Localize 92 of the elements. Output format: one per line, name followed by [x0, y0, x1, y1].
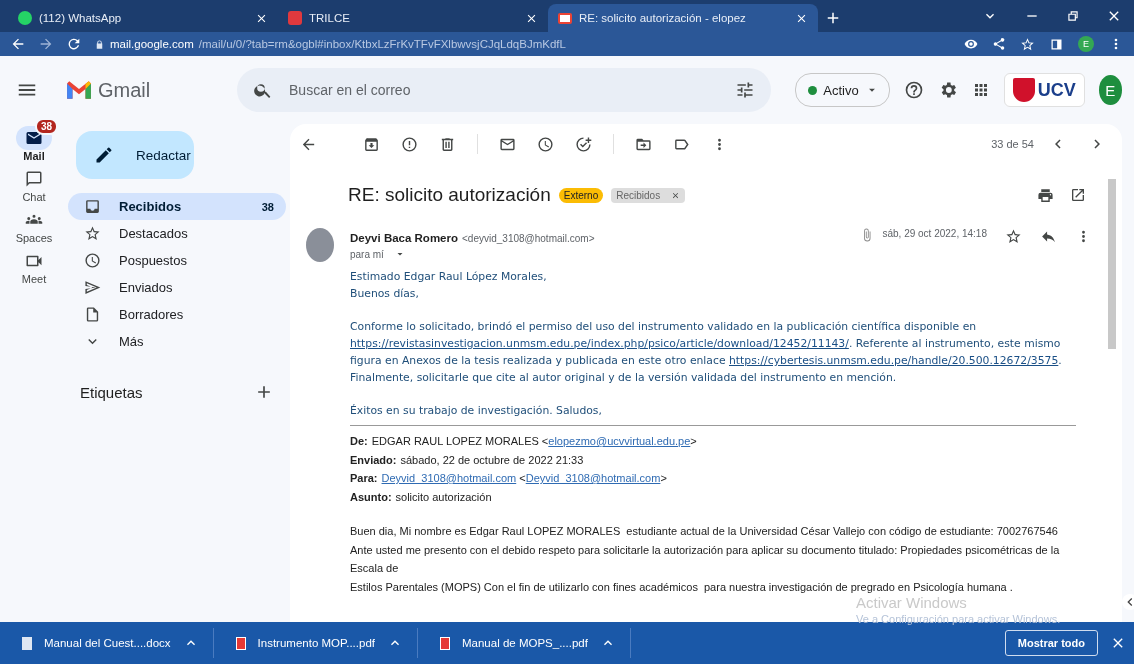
header-field: Para: Deyvid_3108@hotmail.com <Deyvid_3108@hotmail.com>: [350, 469, 1076, 488]
message-line: Escala de: [350, 561, 400, 576]
message-paragraph: Éxitos en su trabajo de investigación. Saludos,: [350, 403, 603, 419]
site-logo-icon: [288, 11, 302, 25]
share-icon[interactable]: [992, 37, 1006, 51]
forward-arrow-icon[interactable]: [38, 36, 54, 52]
print-icon[interactable]: [1037, 186, 1054, 204]
clock-icon[interactable]: [537, 135, 554, 153]
external-tag: Externo: [558, 187, 604, 203]
rail-label: Meet: [21, 273, 47, 285]
message-subject: RE: solicito autorización: [348, 184, 551, 206]
lock-icon: [94, 38, 105, 50]
folder-item[interactable]: Recibidos 38: [68, 193, 286, 220]
rail-label: Chat: [22, 191, 46, 203]
download-item[interactable]: Manual del Cuest....docx: [0, 628, 214, 658]
message-line: Buen dia, Mi nombre es Edgar Raul LOPEZ MORALES estudiante actual de la Universidad César Vallejo con código de estudiante: 7002767546: [350, 524, 1059, 539]
link[interactable]: https://revistasinvestigacion.unmsm.edu.pe/index.php/psico/article/download/12452/11143/: [350, 337, 849, 350]
download-item[interactable]: Manual de MOPS_....pdf: [418, 628, 631, 658]
star-icon[interactable]: [1005, 228, 1022, 245]
scrollbar[interactable]: [1108, 179, 1116, 349]
gmail-wordmark[interactable]: Gmail: [98, 78, 151, 102]
help-icon[interactable]: [903, 80, 924, 100]
tab-title: TRILCE: [309, 12, 351, 24]
sender-email: <deyvid_3108@hotmail.com>: [462, 233, 595, 244]
folder-item[interactable]: Enviados: [68, 274, 286, 301]
eye-icon[interactable]: [964, 37, 978, 51]
reload-icon[interactable]: [66, 36, 82, 52]
message-paragraph: Buenos días,: [350, 286, 420, 302]
browser-tab[interactable]: (112) WhatsApp: [8, 4, 278, 32]
link[interactable]: elopezmo@ucvvirtual.edu.pe: [548, 435, 691, 447]
address-field[interactable]: mail.google.com /mail/u/0/?tab=rm&ogbl#inbox/KtbxLzFrKvTFvFXlbwvsjCJqLdqBJmKdfL: [94, 38, 952, 50]
status-dot-icon: [808, 85, 818, 95]
message-line: Estilos Parentales (MOPS) Con el fin de utilizarlo con fines académicos para nuestra investigación de pregrado en Psicología humana .: [350, 579, 1014, 595]
message-date: sáb, 29 oct 2022, 14:18: [882, 228, 987, 239]
sender-name: Deyvi Baca Romero: [350, 232, 459, 244]
activation-detail: Ve a Configuración para activar Windows.: [856, 613, 1061, 625]
remove-icon[interactable]: [671, 190, 681, 200]
search-field[interactable]: Buscar en el correo: [287, 81, 722, 99]
pencil-icon: [94, 145, 114, 165]
rail-label: Spaces: [15, 232, 53, 244]
organization-name: UCV: [1037, 79, 1076, 101]
page-counter: 33 de 54: [991, 138, 1034, 150]
header-field: Enviado: sábado, 22 de octubre de 2022 21:33: [350, 450, 1076, 469]
add-task-icon[interactable]: [575, 135, 592, 153]
shield-icon: [1012, 78, 1035, 102]
report-icon[interactable]: [401, 135, 418, 153]
star-icon: [84, 225, 101, 242]
label-chip: Recibidos: [611, 187, 686, 203]
rail-label: Mail: [23, 150, 45, 162]
message-paragraph: Conforme lo solicitado, brindó el permiso del uso del instrumento validado en la publicación científica disponible en https://revistasinvestigacion.unmsm.edu.pe/index.php/psico/article/download/12452/11143/. Referente al instrumento, este mismo figura en Anexos de la tesis realizada y publicada en este otro enlace https://cybertesis.unmsm.edu.pe/handle/20.500.12672/3575. Finalmente, solicitarle que cite al autor original y de la versión validada del instrumento en mención.: [350, 319, 1063, 386]
download-item[interactable]: Instrumento MOP....pdf: [213, 628, 418, 658]
filter-sliders-icon[interactable]: [735, 80, 756, 100]
new-window-icon[interactable]: [1070, 187, 1086, 203]
bookmark-star-icon[interactable]: [1020, 36, 1035, 52]
compose-button[interactable]: Redactar: [76, 131, 194, 179]
unread-badge: 38: [34, 118, 58, 135]
inbox-tray-icon: [84, 198, 101, 215]
photo-placeholder: [306, 228, 334, 262]
tab-title: (112) WhatsApp: [39, 12, 123, 24]
clock-icon: [84, 252, 101, 269]
pdf-file-icon: [235, 636, 246, 650]
back-arrow-icon[interactable]: [10, 36, 26, 52]
link[interactable]: Deyvid_3108@hotmail.com: [525, 472, 661, 484]
labels-heading: Etiquetas: [80, 383, 143, 401]
recipient-toggle[interactable]: para mí: [350, 248, 595, 260]
pdf-file-icon: [440, 636, 450, 650]
browser-tab[interactable]: RE: solicito autorización - elopez: [548, 4, 818, 32]
m-logo-icon: [66, 80, 92, 100]
tab-title: RE: solicito autorización - elopez: [579, 12, 747, 24]
document-icon: [22, 636, 32, 650]
send-arrow-icon: [84, 279, 101, 296]
folder-item[interactable]: Pospuestos: [68, 247, 286, 274]
folder-item[interactable]: Borradores: [68, 301, 286, 328]
side-panel-toggle-icon[interactable]: [1122, 594, 1134, 610]
folder-item[interactable]: Más: [68, 328, 286, 355]
message-line: Ante usted me presento con el debido respeto para solicitarle la autorización para aplicar su documento titulado: Propiedades psicométricas de la: [350, 542, 1061, 558]
document-icon: [84, 306, 101, 323]
browser-tab[interactable]: TRILCE: [278, 4, 548, 32]
link[interactable]: Deyvid_3108@hotmail.com: [381, 472, 517, 484]
account-avatar[interactable]: E: [1098, 75, 1122, 105]
trash-icon[interactable]: [439, 135, 456, 153]
header-field: De: EDGAR RAUL LOPEZ MORALES <elopezmo@ucvvirtual.edu.pe>: [350, 432, 1076, 451]
envelope-icon: [25, 129, 43, 147]
envelope-icon: [558, 12, 572, 24]
show-all-button[interactable]: Mostrar todo: [1004, 630, 1098, 656]
folder-item[interactable]: Destacados: [68, 220, 286, 247]
status-dropdown[interactable]: Activo: [795, 73, 890, 107]
header-field: Asunto: solicito autorización: [350, 487, 1076, 506]
archive-icon[interactable]: [363, 135, 380, 153]
search-bar[interactable]: Buscar en el correo: [237, 68, 772, 112]
message-paragraph: Estimado Edgar Raul López Morales,: [350, 269, 548, 285]
restore-icon[interactable]: [1066, 9, 1080, 23]
